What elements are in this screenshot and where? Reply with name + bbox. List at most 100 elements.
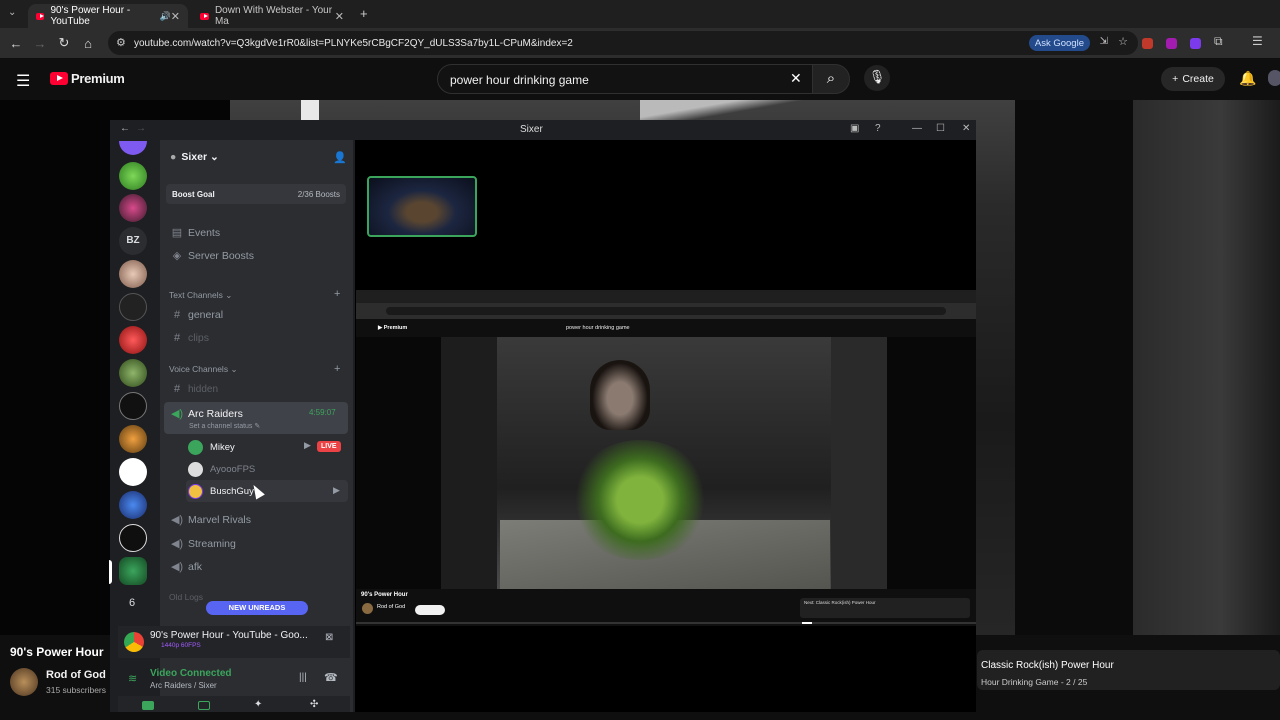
twitch-extension-icon[interactable] bbox=[1190, 38, 1201, 49]
speaker-icon: ◀) bbox=[170, 408, 184, 420]
playlist-title[interactable]: Classic Rock(ish) Power Hour bbox=[981, 660, 1114, 671]
window-title: Sixer bbox=[520, 124, 543, 135]
boost-goal-bar[interactable]: Boost Goal 2/36 Boosts bbox=[166, 184, 346, 204]
channel-avatar[interactable] bbox=[10, 668, 38, 696]
bookmark-star-icon[interactable]: ☆ bbox=[1118, 35, 1128, 48]
category-old-logs[interactable]: Old Logs bbox=[169, 592, 203, 602]
server-icon[interactable] bbox=[119, 162, 147, 190]
voice-connected-status[interactable]: Video Connected bbox=[150, 668, 232, 679]
stream-video-title: 90's Power Hour bbox=[361, 592, 408, 598]
maximize-icon[interactable]: ☐ bbox=[936, 123, 945, 134]
url-text: youtube.com/watch?v=Q3kgdVe1rR0&list=PLN… bbox=[134, 37, 573, 49]
voice-user-buschguy[interactable]: BuschGuy bbox=[188, 484, 254, 499]
forward-icon[interactable]: → bbox=[28, 36, 52, 51]
ask-google-button[interactable]: Ask Google bbox=[1028, 35, 1090, 51]
server-bz[interactable]: BZ bbox=[119, 227, 147, 255]
voice-user-mikey[interactable]: Mikey bbox=[188, 440, 235, 455]
server-icon[interactable] bbox=[119, 359, 147, 387]
inbox-icon[interactable]: ▣ bbox=[850, 123, 859, 134]
site-info-icon[interactable]: ⚙ bbox=[116, 36, 126, 49]
server-icon[interactable] bbox=[119, 260, 147, 288]
channel-name[interactable]: Rod of God bbox=[46, 669, 106, 681]
soundboard-icon[interactable]: ✣ bbox=[310, 699, 318, 710]
subscriber-count: 315 subscribers bbox=[46, 685, 107, 695]
discord-titlebar: ← → Sixer ▣ ? — ☐ ✕ bbox=[110, 120, 976, 140]
close-tab-icon[interactable]: ✕ bbox=[171, 10, 180, 23]
server-icon[interactable] bbox=[119, 326, 147, 354]
server-sixer-icon[interactable] bbox=[119, 557, 147, 585]
side-panel-icon[interactable]: ☰ bbox=[1252, 34, 1263, 48]
category-text-channels[interactable]: Text Channels ⌄ bbox=[169, 290, 232, 301]
server-icon[interactable] bbox=[119, 458, 147, 486]
channel-clips[interactable]: # clips bbox=[170, 332, 209, 344]
screen-share-icon[interactable] bbox=[198, 701, 210, 710]
webcam-tile[interactable] bbox=[367, 176, 477, 237]
tab-youtube[interactable]: 90's Power Hour - YouTube 🔊 ✕ bbox=[28, 4, 188, 28]
tab-search-icon[interactable]: ⌄ bbox=[8, 7, 16, 18]
create-button[interactable]: + Create bbox=[1161, 67, 1225, 91]
category-voice-channels[interactable]: Voice Channels ⌄ bbox=[169, 364, 238, 375]
reload-icon[interactable]: ↻ bbox=[52, 35, 76, 51]
back-icon[interactable]: ← bbox=[120, 123, 130, 134]
noise-suppression-icon[interactable]: ||| bbox=[299, 672, 307, 683]
channel-status[interactable]: Set a channel status ✎ bbox=[189, 422, 260, 430]
camera-icon[interactable] bbox=[142, 701, 154, 710]
add-channel-icon[interactable]: + bbox=[334, 288, 340, 300]
voice-channel-afk[interactable]: ◀) afk bbox=[170, 560, 202, 574]
help-icon[interactable]: ? bbox=[875, 123, 881, 134]
speaker-icon: ◀) bbox=[170, 538, 184, 550]
invite-people-icon[interactable]: 👤 bbox=[333, 151, 347, 164]
address-bar[interactable]: ⚙ youtube.com/watch?v=Q3kgdVe1rR0&list=P… bbox=[108, 31, 1138, 55]
server-icon[interactable] bbox=[119, 491, 147, 519]
account-avatar[interactable] bbox=[1268, 70, 1280, 86]
home-icon[interactable]: ⌂ bbox=[76, 36, 100, 51]
server-icon[interactable] bbox=[119, 425, 147, 453]
video-frame-dark-panel bbox=[1015, 100, 1135, 635]
search-input[interactable]: power hour drinking game bbox=[437, 64, 814, 94]
new-tab-icon[interactable]: + bbox=[360, 6, 368, 21]
install-icon[interactable]: ⇲ bbox=[1100, 36, 1108, 47]
boost-gem-icon: ◈ bbox=[172, 250, 182, 262]
clear-search-icon[interactable]: ✕ bbox=[790, 70, 802, 87]
voice-search-button[interactable]: 🎙 bbox=[864, 65, 890, 91]
activities-icon[interactable]: ✦ bbox=[254, 699, 262, 710]
server-boosts-item[interactable]: ◈ Server Boosts bbox=[170, 249, 254, 263]
extension-icon[interactable] bbox=[1166, 38, 1177, 49]
channel-hidden[interactable]: # hidden bbox=[170, 383, 218, 395]
logo-text: Premium bbox=[71, 71, 125, 86]
server-name-header[interactable]: ● Sixer ⌄ bbox=[170, 151, 219, 163]
extensions-puzzle-icon[interactable]: ⧉ bbox=[1214, 34, 1223, 49]
server-icon[interactable] bbox=[119, 194, 147, 222]
forward-icon[interactable]: → bbox=[136, 123, 146, 134]
speaker-icon: ◀) bbox=[170, 514, 184, 526]
events-item[interactable]: ▤ Events bbox=[170, 226, 221, 240]
minimize-icon[interactable]: — bbox=[912, 123, 922, 134]
stop-stream-icon[interactable]: ⊠ bbox=[325, 632, 333, 643]
channel-general[interactable]: # general bbox=[170, 309, 223, 321]
hamburger-menu-icon[interactable]: ☰ bbox=[16, 71, 30, 91]
voice-channel-streaming[interactable]: ◀) Streaming bbox=[170, 537, 236, 551]
back-icon[interactable]: ← bbox=[4, 36, 28, 51]
server-icon[interactable] bbox=[119, 524, 147, 552]
voice-channel-marvel-rivals[interactable]: ◀) Marvel Rivals bbox=[170, 513, 251, 527]
close-tab-icon[interactable]: ✕ bbox=[335, 10, 344, 23]
stream-logo: ▶ Premium bbox=[378, 325, 408, 331]
events-label: Events bbox=[188, 226, 221, 239]
search-button[interactable]: ⌕ bbox=[812, 64, 850, 94]
youtube-premium-logo[interactable]: Premium bbox=[50, 71, 125, 86]
close-window-icon[interactable]: ✕ bbox=[962, 123, 970, 134]
add-channel-icon[interactable]: + bbox=[334, 363, 340, 375]
voice-connected-channel[interactable]: Arc Raiders / Sixer bbox=[150, 681, 217, 690]
disconnect-icon[interactable]: ☎ bbox=[324, 671, 338, 684]
abp-extension-icon[interactable] bbox=[1142, 38, 1153, 49]
tab-down-with-webster[interactable]: Down With Webster - Your Ma ✕ bbox=[192, 4, 352, 28]
voice-user-ayooofps[interactable]: AyoooFPS bbox=[188, 462, 255, 477]
stream-video-person bbox=[590, 360, 650, 430]
server-icon[interactable] bbox=[119, 392, 147, 420]
speaker-icon[interactable]: 🔊 bbox=[160, 11, 171, 22]
notifications-bell-icon[interactable]: 🔔 bbox=[1239, 70, 1256, 87]
new-unreads-pill[interactable]: NEW UNREADS bbox=[206, 601, 308, 615]
live-badge: LIVE bbox=[317, 441, 341, 452]
voice-channel-arc-raiders[interactable]: ◀) Arc Raiders bbox=[170, 407, 243, 421]
server-icon[interactable] bbox=[119, 293, 147, 321]
